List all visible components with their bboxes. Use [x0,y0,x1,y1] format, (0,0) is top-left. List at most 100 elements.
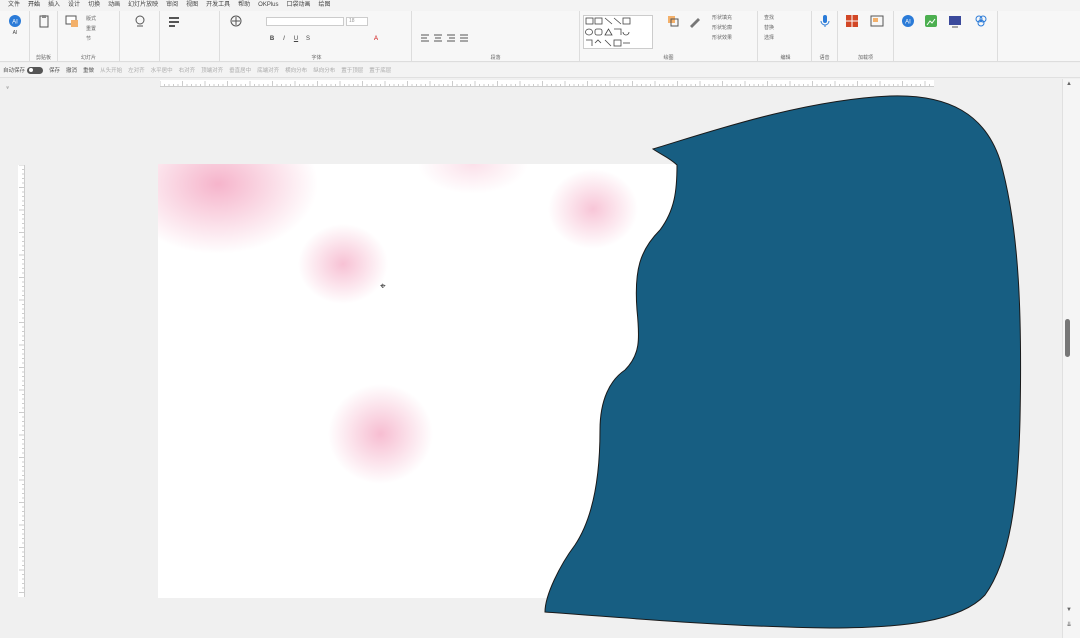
shadow-button[interactable]: S [304,35,312,43]
designer-button[interactable] [866,14,888,48]
shape-effect-button[interactable]: 形状效果 [712,34,732,43]
ai-group: AI AI [0,11,30,62]
quickbar-item[interactable]: 水平居中 [151,66,173,74]
arrange-objects-button[interactable] [662,14,684,48]
menu-tab[interactable]: OKPlus [254,0,282,11]
vertical-scrollbar[interactable]: ▲ ▼ ⇊ [1062,79,1080,638]
font-name-box[interactable] [266,17,344,26]
voice-group: 语音 [812,11,838,62]
menu-tab[interactable]: 文件 [4,0,24,11]
scroll-thumb[interactable] [1065,319,1070,357]
scroll-up-icon[interactable]: ▲ [1065,81,1073,87]
quickbar-item[interactable]: 重做 [83,66,94,74]
quickbar-item[interactable]: 底端对齐 [257,66,279,74]
ai-ppt-button[interactable] [944,14,966,48]
grid-icon [846,15,858,27]
quickbar-item[interactable]: 顶端对齐 [201,66,223,74]
shape-outline-button[interactable]: 形状轮廓 [712,24,732,33]
quick-access-toolbar: 自动保存 保存 撤消 重做 从头开始 左对齐 水平居中 右对齐 顶端对齐 垂直居中 底端对齐 横向分布… [0,63,1080,78]
menu-tab[interactable]: 绘图 [315,0,335,11]
ai-button[interactable]: AI AI [4,14,26,48]
quickbar-item[interactable]: 置于顶层 [341,66,363,74]
thumbnail-pane-toggle[interactable]: » [0,86,10,126]
ai-assistant-icon: AI [902,15,914,27]
ai-image-button[interactable] [920,14,942,48]
svg-text:AI: AI [12,20,18,26]
shapes-gallery[interactable] [583,15,653,49]
replace-button[interactable]: 替换 [764,24,774,33]
shape-icon [230,15,242,27]
reuse-slides-icon [135,15,145,27]
addins-group-label: 加载项 [857,55,873,61]
pink-blob [418,164,528,194]
menu-tab[interactable]: 插入 [44,0,64,11]
menu-tab[interactable]: 口袋动画 [283,0,315,11]
slide[interactable] [158,164,858,598]
image-generate-icon [925,15,937,27]
menu-tab[interactable]: 设计 [64,0,84,11]
ribbon: AI AI 剪贴板 版式 重置 节 幻灯片 18 B I U S A 字体 段落… [0,11,1080,62]
autosave-toggle[interactable]: 自动保存 [3,66,44,74]
quick-styles-button[interactable] [684,14,706,48]
clipboard-group: 剪贴板 [30,11,58,62]
underline-button[interactable]: U [292,35,300,43]
reuse-slides-button[interactable] [129,14,151,48]
slides-group: 版式 重置 节 幻灯片 [58,11,120,62]
ai-icon: AI [9,15,21,27]
quickbar-item[interactable]: 自动保存 [3,66,25,74]
designer-icon [870,15,884,27]
quickbar-item[interactable]: 从头开始 [100,66,122,74]
font-group: 18 B I U S A 字体 [222,11,412,62]
select-button[interactable]: 选择 [764,34,774,43]
pink-blob [328,384,433,484]
ribbon-tabs: 文件 开始 插入 设计 切换 动画 幻灯片放映 审阅 视图 开发工具 帮助 OKPlus 口袋动画 绘图 [0,0,1080,12]
scroll-down-icon[interactable]: ▼ [1065,607,1073,613]
menu-tab[interactable]: 审阅 [162,0,182,11]
share-icon [975,15,987,27]
menu-tab[interactable]: 帮助 [234,0,254,11]
arrange-icon [169,17,179,27]
quickbar-item[interactable]: 纵向分布 [313,66,335,74]
mouse-cursor: ⌖ [380,281,386,292]
ai-share-button[interactable] [970,14,992,48]
find-button[interactable]: 查找 [764,14,774,23]
menu-tab[interactable]: 开始 [24,0,45,12]
italic-button[interactable]: I [280,35,288,43]
dictate-button[interactable] [814,14,836,48]
editing-group: 查找 替换 选择 编辑 [760,11,812,62]
ai-assistant-button[interactable]: AI [897,14,919,48]
font-size-box[interactable]: 18 [346,17,368,26]
presentation-icon [949,16,961,28]
next-slide-icon[interactable]: ⇊ [1065,621,1073,628]
align-icons[interactable] [420,33,480,43]
paste-button[interactable] [33,14,55,48]
quick-styles-icon [690,18,700,28]
arrange-group [160,11,220,62]
font-color-button[interactable]: A [372,35,380,43]
menu-tab[interactable]: 开发工具 [202,0,234,11]
quickbar-item[interactable]: 置于底层 [369,66,391,74]
new-slide-button[interactable] [61,14,83,48]
addins-button[interactable] [841,14,863,48]
layout-button[interactable]: 版式 [86,15,96,24]
quickbar-item[interactable]: 右对齐 [179,66,196,74]
vertical-ruler [18,165,25,597]
shape-fill-button[interactable]: 形状填充 [712,14,732,23]
reset-button[interactable]: 重置 [86,25,96,34]
quickbar-item[interactable]: 保存 [49,66,60,74]
section-button[interactable]: 节 [86,35,91,44]
pink-blob [298,224,388,304]
menu-tab[interactable]: 切换 [84,0,104,11]
quickbar-item[interactable]: 撤消 [66,66,77,74]
menu-tab[interactable]: 动画 [104,0,124,11]
toggle-switch[interactable] [27,66,44,74]
shape-button[interactable] [225,14,247,48]
menu-tab[interactable]: 幻灯片放映 [124,0,162,11]
quickbar-item[interactable]: 横向分布 [285,66,307,74]
bold-button[interactable]: B [268,35,276,43]
menu-tab[interactable]: 视图 [182,0,202,11]
arrange-button[interactable] [163,14,185,48]
quickbar-item[interactable]: 垂直居中 [229,66,251,74]
editing-group-label: 编辑 [780,55,791,61]
quickbar-item[interactable]: 左对齐 [128,66,145,74]
